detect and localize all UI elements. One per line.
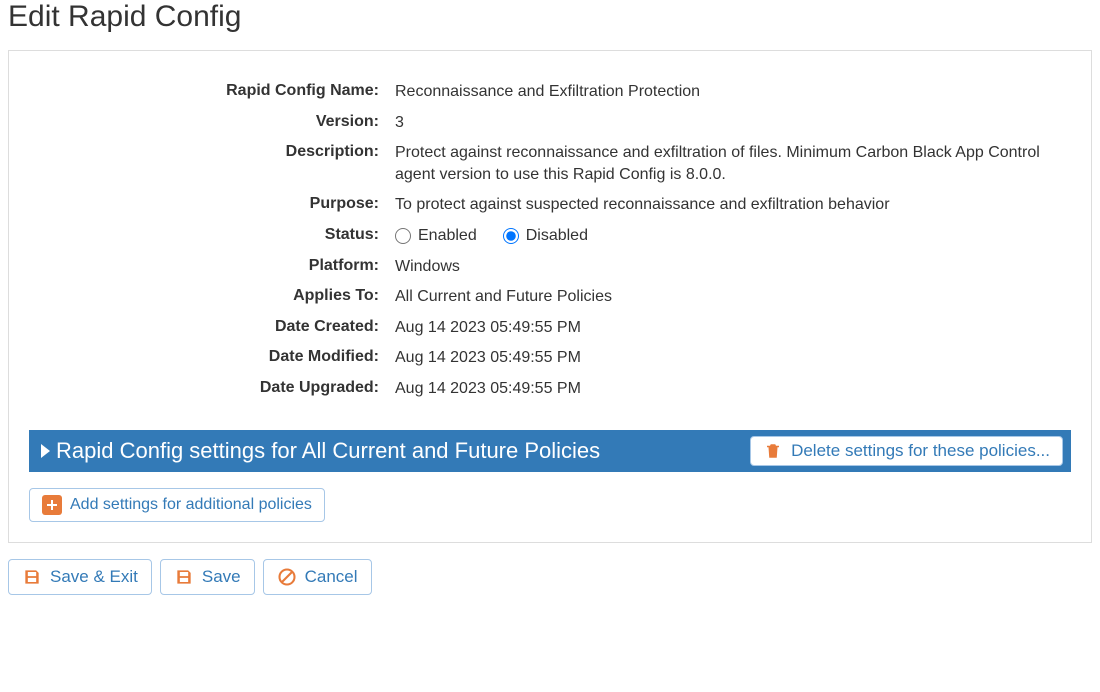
value-date-created: Aug 14 2023 05:49:55 PM <box>395 317 1071 339</box>
label-date-modified: Date Modified: <box>29 347 379 369</box>
value-description: Protect against reconnaissance and exfil… <box>395 142 1071 185</box>
radio-enabled-input[interactable] <box>395 228 411 244</box>
label-applies-to: Applies To: <box>29 286 379 308</box>
save-button[interactable]: Save <box>160 559 255 595</box>
value-date-upgraded: Aug 14 2023 05:49:55 PM <box>395 378 1071 400</box>
radio-enabled[interactable]: Enabled <box>395 225 477 247</box>
radio-disabled[interactable]: Disabled <box>503 225 588 247</box>
label-description: Description: <box>29 142 379 185</box>
label-status: Status: <box>29 225 379 247</box>
footer-buttons: Save & Exit Save Cancel <box>0 551 1100 603</box>
page-title: Edit Rapid Config <box>0 0 1100 42</box>
cancel-button[interactable]: Cancel <box>263 559 372 595</box>
value-name: Reconnaissance and Exfiltration Protecti… <box>395 81 1071 103</box>
delete-settings-label: Delete settings for these policies... <box>791 441 1050 461</box>
add-settings-label: Add settings for additional policies <box>70 496 312 514</box>
trash-icon <box>763 441 783 461</box>
plus-icon <box>42 495 62 515</box>
label-date-created: Date Created: <box>29 317 379 339</box>
save-icon <box>22 567 42 587</box>
cancel-label: Cancel <box>305 567 358 587</box>
delete-settings-button[interactable]: Delete settings for these policies... <box>750 436 1063 466</box>
save-label: Save <box>202 567 241 587</box>
value-status: Enabled Disabled <box>395 225 1071 247</box>
radio-disabled-input[interactable] <box>503 228 519 244</box>
label-date-upgraded: Date Upgraded: <box>29 378 379 400</box>
settings-bar: Rapid Config settings for All Current an… <box>29 430 1071 472</box>
value-applies-to: All Current and Future Policies <box>395 286 1071 308</box>
radio-enabled-label: Enabled <box>418 225 477 247</box>
cancel-icon <box>277 567 297 587</box>
save-exit-button[interactable]: Save & Exit <box>8 559 152 595</box>
add-settings-button[interactable]: Add settings for additional policies <box>29 488 325 522</box>
settings-bar-title: Rapid Config settings for All Current an… <box>56 438 600 464</box>
save-icon <box>174 567 194 587</box>
save-exit-label: Save & Exit <box>50 567 138 587</box>
radio-disabled-label: Disabled <box>526 225 588 247</box>
label-platform: Platform: <box>29 256 379 278</box>
label-name: Rapid Config Name: <box>29 81 379 103</box>
edit-panel: Rapid Config Name: Reconnaissance and Ex… <box>8 50 1092 543</box>
value-version: 3 <box>395 112 1071 134</box>
value-date-modified: Aug 14 2023 05:49:55 PM <box>395 347 1071 369</box>
label-purpose: Purpose: <box>29 194 379 216</box>
value-platform: Windows <box>395 256 1071 278</box>
settings-bar-toggle[interactable]: Rapid Config settings for All Current an… <box>41 438 600 464</box>
caret-right-icon <box>41 444 50 458</box>
form-grid: Rapid Config Name: Reconnaissance and Ex… <box>29 81 1071 400</box>
label-version: Version: <box>29 112 379 134</box>
value-purpose: To protect against suspected reconnaissa… <box>395 194 1071 216</box>
